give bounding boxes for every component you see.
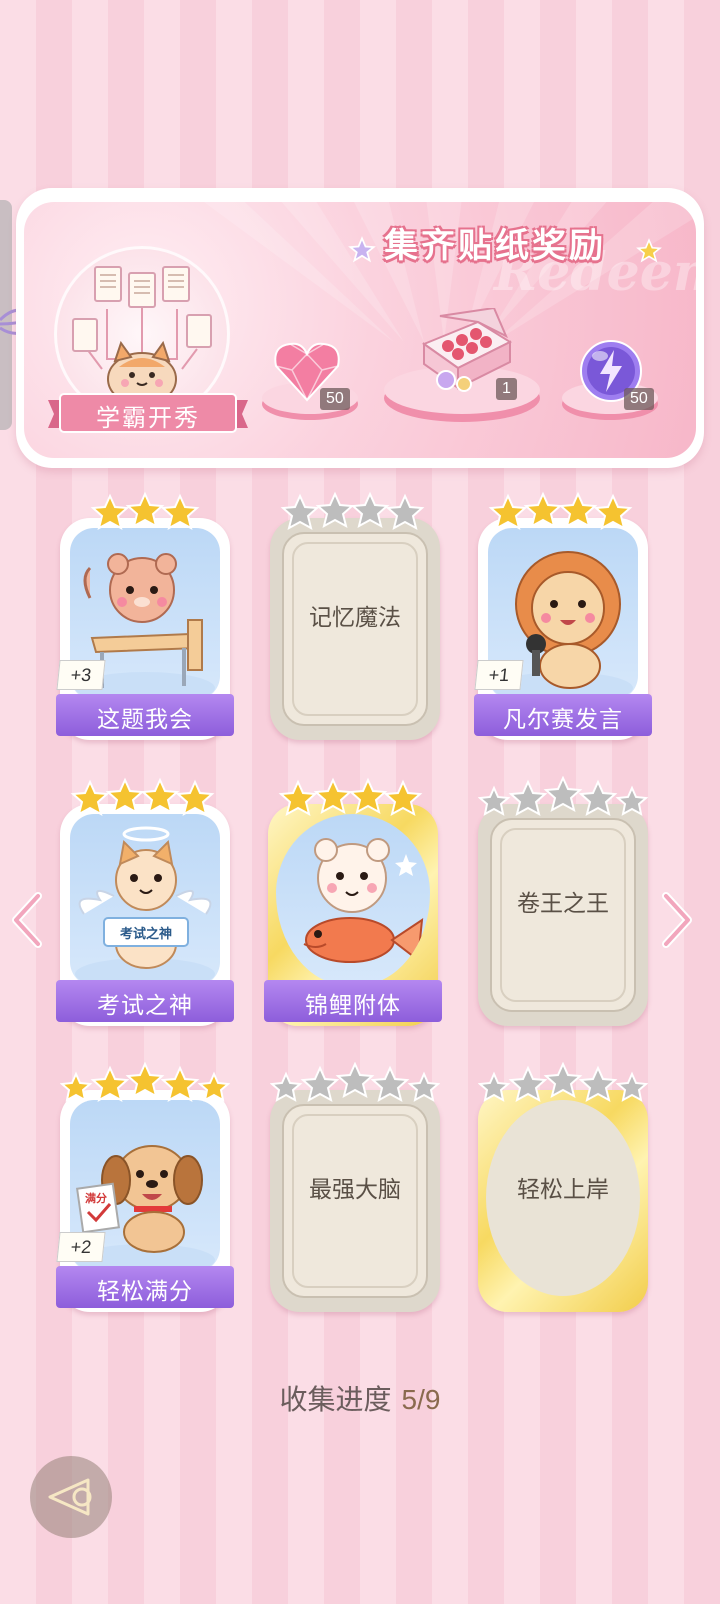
yellow-star-icon [636, 238, 662, 263]
card-stars [278, 777, 423, 816]
angel-cat-icon: 考试之神 [75, 826, 215, 986]
duplicate-count-tag: +1 [474, 660, 524, 690]
card-art: 考试之神 [70, 814, 220, 986]
sticker-card[interactable]: 考试之神 考试之神 [56, 777, 234, 1026]
sticker-card-locked[interactable]: 卷王之王 [478, 776, 648, 1026]
sign-text: 考试之神 [120, 926, 172, 942]
card-stars [478, 1062, 648, 1102]
card-name: 这题我会 [97, 707, 193, 733]
paper-label: 满分 [85, 1191, 107, 1205]
previous-page-arrow-icon[interactable] [10, 890, 44, 950]
card-name-bar: 考试之神 [56, 980, 234, 1022]
card-name: 考试之神 [97, 993, 193, 1019]
sticker-card-locked[interactable]: 轻松上岸 [478, 1062, 648, 1312]
card-name-bar: 锦鲤附体 [264, 980, 442, 1022]
reward-count-badge: 50 [320, 388, 350, 410]
back-arrow-icon [48, 1478, 92, 1516]
sticker-card-locked[interactable]: 最强大脑 [270, 1062, 440, 1312]
reward-count-badge: 50 [624, 388, 654, 410]
purple-star-icon [348, 236, 376, 263]
sticker-card[interactable]: +3 这题我会 [56, 491, 234, 740]
sticker-card[interactable]: +1 凡尔赛发言 [474, 491, 652, 740]
card-art [276, 814, 430, 986]
card-name: 卷王之王 [517, 891, 609, 917]
sticker-card[interactable]: 满分 +2 轻松满分 [56, 1062, 234, 1312]
progress-label: 收集进度 [279, 1383, 392, 1416]
collection-progress: 收集进度 5/9 [0, 1378, 720, 1418]
card-stars [478, 776, 648, 816]
card-stars [280, 491, 425, 530]
progress-value: 5/9 [401, 1384, 441, 1415]
bear-with-koi-icon [303, 838, 424, 963]
card-name-bar: 轻松满分 [56, 1266, 234, 1308]
reward-count-badge: 1 [496, 378, 517, 400]
card-name: 轻松上岸 [517, 1177, 609, 1203]
back-button[interactable] [30, 1456, 112, 1538]
reward-banner: Redeem [16, 188, 704, 468]
card-name: 锦鲤附体 [305, 993, 401, 1019]
next-page-arrow-icon[interactable] [660, 890, 694, 950]
card-stars [90, 491, 200, 530]
card-stars [70, 777, 215, 816]
card-stars [270, 1062, 440, 1102]
card-stars [488, 491, 633, 530]
card-name: 轻松满分 [97, 1279, 193, 1305]
sticker-card[interactable]: 锦鲤附体 [264, 777, 442, 1026]
ribbon-label: 学霸开秀 [96, 404, 200, 432]
sticker-card-locked[interactable]: 记忆魔法 [270, 491, 440, 740]
card-name-bar: 凡尔赛发言 [474, 694, 652, 736]
card-name: 最强大脑 [309, 1177, 401, 1203]
card-name-bar: 这题我会 [56, 694, 234, 736]
card-name: 凡尔赛发言 [503, 707, 623, 733]
card-stars [60, 1062, 230, 1102]
card-name: 记忆魔法 [309, 605, 401, 631]
duplicate-count-tag: +3 [56, 660, 106, 690]
banner-title: 集齐贴纸奖励 [384, 226, 606, 266]
duplicate-count-tag: +2 [56, 1232, 106, 1262]
